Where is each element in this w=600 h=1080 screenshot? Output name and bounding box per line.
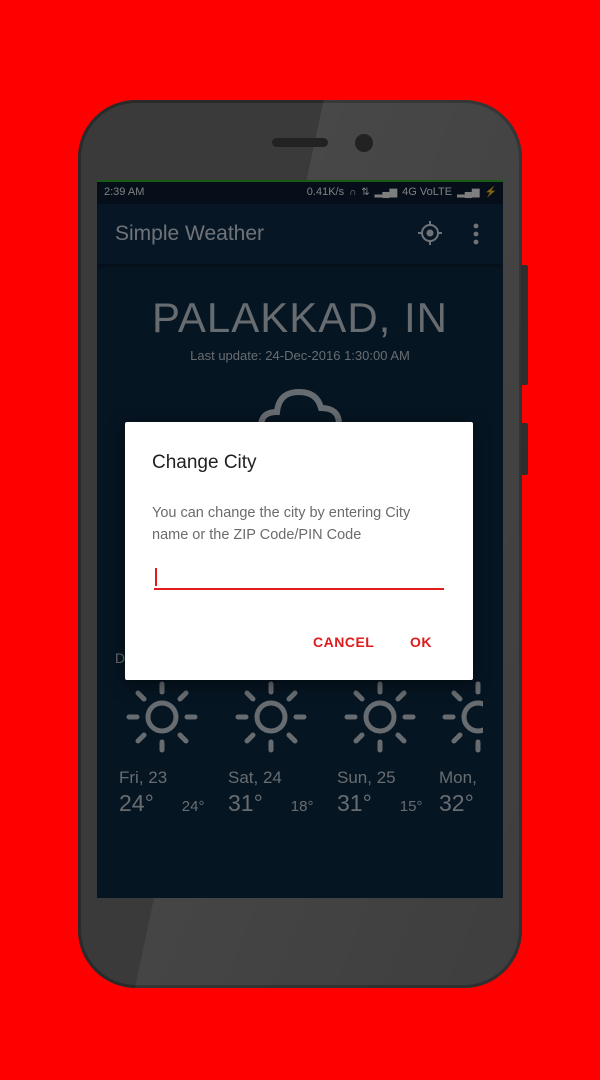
city-input[interactable] <box>154 564 444 590</box>
phone-speaker <box>272 138 328 147</box>
dialog-title: Change City <box>152 452 257 473</box>
change-city-dialog: Change City You can change the city by e… <box>125 422 473 680</box>
volume-button <box>521 265 528 385</box>
dialog-message: You can change the city by entering City… <box>152 505 411 543</box>
cancel-button[interactable]: CANCEL <box>313 634 374 650</box>
power-button <box>521 423 528 475</box>
phone-camera <box>355 134 373 152</box>
text-cursor <box>155 568 157 586</box>
ok-button[interactable]: OK <box>410 634 432 650</box>
